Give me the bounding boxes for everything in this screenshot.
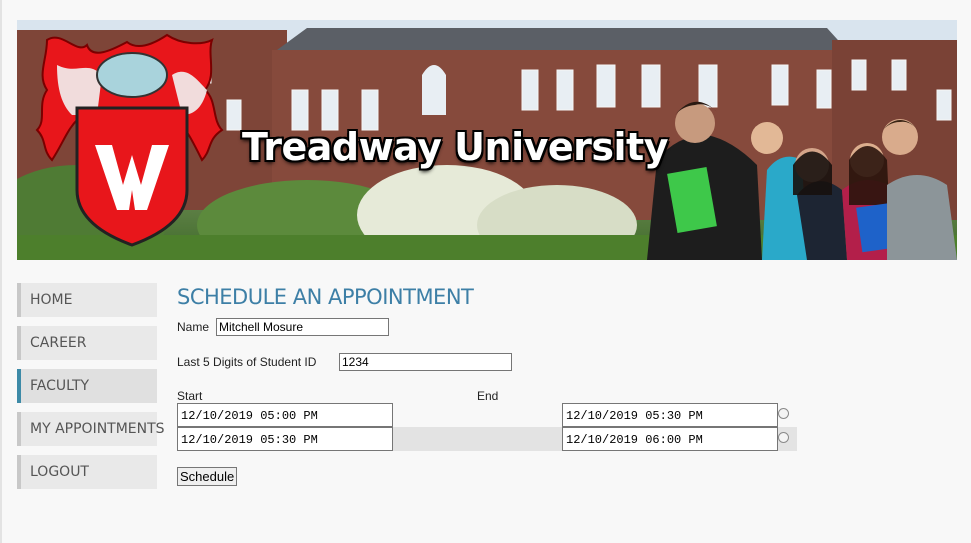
- nav-item-career[interactable]: CAREER: [17, 326, 157, 360]
- time-slot-row: 12/10/2019 05:30 PM 12/10/2019 06:00 PM: [177, 427, 797, 451]
- name-label: Name: [177, 320, 210, 334]
- slot-start-datetime[interactable]: 12/10/2019 05:00 PM: [177, 403, 393, 427]
- nav-item-my-appointments[interactable]: MY APPOINTMENTS: [17, 412, 165, 446]
- slot-end-datetime[interactable]: 12/10/2019 06:00 PM: [562, 427, 778, 451]
- page-title: SCHEDULE AN APPOINTMENT: [177, 285, 474, 309]
- student-id-label: Last 5 Digits of Student ID: [177, 355, 317, 369]
- slot-end-datetime[interactable]: 12/10/2019 05:30 PM: [562, 403, 778, 427]
- slot-select-radio[interactable]: [778, 432, 789, 443]
- nav-item-home[interactable]: HOME: [17, 283, 157, 317]
- time-slot-row: 12/10/2019 05:00 PM 12/10/2019 05:30 PM: [177, 403, 797, 427]
- sidebar-nav: HOME CAREER FACULTY MY APPOINTMENTS LOGO…: [17, 283, 165, 498]
- end-column-label: End: [477, 389, 499, 403]
- site-title: Treadway University: [242, 125, 668, 169]
- slot-start-datetime[interactable]: 12/10/2019 05:30 PM: [177, 427, 393, 451]
- name-input[interactable]: [216, 318, 389, 336]
- header-banner: Treadway University: [17, 20, 957, 260]
- start-column-label: Start: [177, 389, 203, 403]
- slot-select-radio[interactable]: [778, 408, 789, 419]
- student-id-input[interactable]: [339, 353, 512, 371]
- nav-item-logout[interactable]: LOGOUT: [17, 455, 157, 489]
- nav-item-faculty[interactable]: FACULTY: [17, 369, 157, 403]
- schedule-button[interactable]: Schedule: [177, 467, 238, 486]
